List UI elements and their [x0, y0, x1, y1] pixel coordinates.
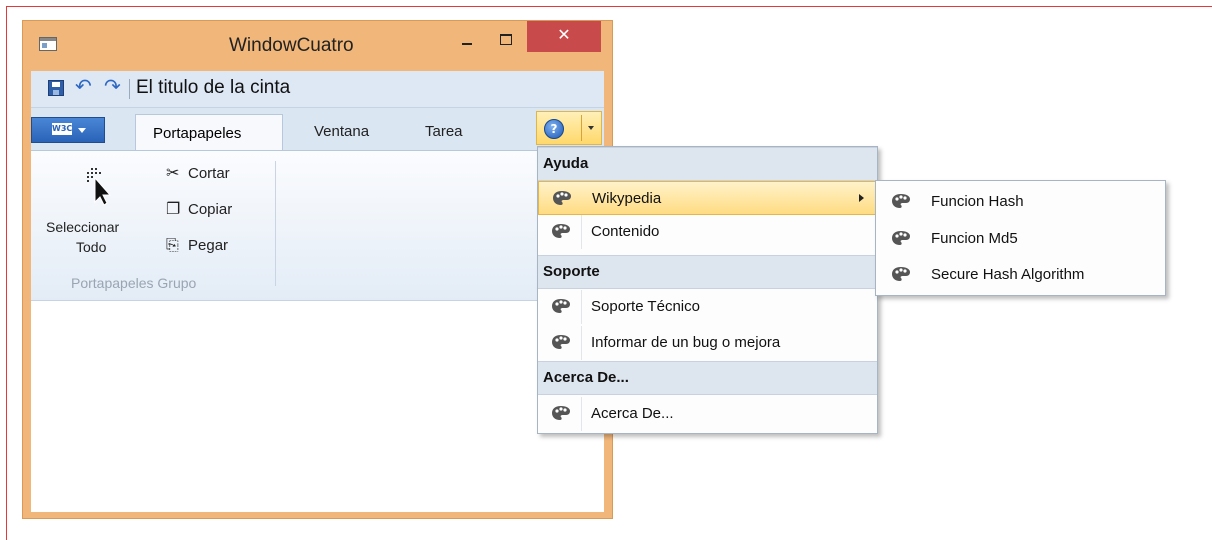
tab-portapapeles[interactable]: Portapapeles — [135, 114, 283, 150]
palette-icon — [552, 224, 570, 238]
paste-icon: ⎘ — [166, 237, 179, 254]
ribbon-title: El titulo de la cinta — [136, 77, 291, 98]
minimize-button[interactable] — [453, 31, 481, 53]
menu-item-soporte-tecnico[interactable]: Soporte Técnico — [538, 290, 877, 324]
help-dropdown-menu: Ayuda Wikypedia Contenido Soporte Soport… — [537, 146, 878, 434]
cut-label: Cortar — [188, 165, 230, 182]
menu-item-label: Contenido — [591, 223, 660, 240]
split-button-divider — [581, 115, 582, 141]
copy-icon: ❐ — [166, 201, 181, 218]
menu-item-label: Acerca De... — [591, 405, 674, 422]
menu-gutter — [581, 326, 582, 360]
ribbon-panel: Seleccionar Todo ✂ Cortar ❐ Copiar ⎘ Peg… — [31, 150, 604, 301]
select-all-label-line1[interactable]: Seleccionar — [46, 219, 119, 235]
outer-border-top — [6, 6, 1212, 7]
palette-icon — [892, 267, 910, 281]
redo-icon[interactable]: ↷ — [104, 74, 121, 98]
window-client-area: ↶ ↷ El titulo de la cinta W3C Portapapel… — [31, 71, 604, 512]
close-icon: ✕ — [557, 27, 571, 44]
application-menu-button[interactable]: W3C — [31, 117, 105, 143]
menu-item-label: Secure Hash Algorithm — [931, 266, 1085, 283]
select-all-cursor-icon — [87, 168, 112, 206]
menu-item-acerca-de[interactable]: Acerca De... — [538, 397, 877, 431]
save-icon[interactable] — [48, 80, 64, 96]
close-button[interactable]: ✕ — [527, 21, 601, 52]
menu-section-header: Soporte — [538, 255, 877, 289]
palette-icon — [552, 406, 570, 420]
help-icon: ? — [544, 119, 564, 139]
menu-gutter — [581, 215, 582, 249]
menu-gutter — [581, 290, 582, 324]
title-bar[interactable]: WindowCuatro ✕ — [23, 21, 612, 71]
ribbon-tab-row: W3C Portapapeles Ventana Tarea ? — [31, 108, 604, 150]
menu-item-label: Informar de un bug o mejora — [591, 334, 781, 351]
chevron-down-icon — [78, 128, 86, 133]
maximize-icon — [500, 34, 512, 45]
group-separator — [275, 161, 276, 286]
toolbar-separator — [129, 79, 130, 99]
cut-button[interactable]: ✂ Cortar — [166, 164, 256, 186]
copy-label: Copiar — [188, 201, 233, 218]
undo-icon[interactable]: ↶ — [75, 74, 92, 98]
app-window: WindowCuatro ✕ ↶ ↷ El titulo de la cinta… — [22, 20, 613, 519]
chevron-down-icon[interactable] — [588, 126, 594, 130]
minimize-icon — [462, 43, 472, 45]
help-button[interactable]: ? — [536, 111, 602, 145]
tab-ventana[interactable]: Ventana — [314, 123, 369, 140]
paste-button[interactable]: ⎘ Pegar — [166, 236, 261, 258]
tab-tarea[interactable]: Tarea — [425, 123, 463, 140]
menu-item-contenido[interactable]: Contenido — [538, 215, 877, 249]
cut-icon: ✂ — [166, 165, 180, 182]
wikypedia-submenu: Funcion Hash Funcion Md5 Secure Hash Alg… — [875, 180, 1166, 296]
submenu-item-funcion-hash[interactable]: Funcion Hash — [876, 185, 1165, 219]
select-all-label-line2[interactable]: Todo — [76, 239, 106, 255]
menu-item-label: Soporte Técnico — [591, 298, 700, 315]
chevron-right-icon — [859, 194, 864, 202]
submenu-item-funcion-md5[interactable]: Funcion Md5 — [876, 222, 1165, 256]
outer-border-left — [6, 6, 7, 540]
submenu-item-secure-hash-algorithm[interactable]: Secure Hash Algorithm — [876, 258, 1165, 292]
quick-access-toolbar: ↶ ↷ El titulo de la cinta — [31, 71, 604, 108]
palette-icon — [552, 335, 570, 349]
w3c-logo-icon: W3C — [52, 123, 73, 135]
menu-section-header: Ayuda — [538, 147, 877, 181]
menu-item-wikypedia[interactable]: Wikypedia — [538, 181, 877, 215]
palette-icon — [892, 231, 910, 245]
tab-label: Portapapeles — [153, 125, 242, 142]
palette-icon — [553, 191, 571, 205]
palette-icon — [892, 194, 910, 208]
menu-gutter — [581, 397, 582, 431]
menu-item-label: Wikypedia — [592, 190, 662, 207]
palette-icon — [552, 299, 570, 313]
copy-button[interactable]: ❐ Copiar — [166, 200, 261, 222]
menu-item-label: Funcion Md5 — [931, 230, 1018, 247]
menu-section-header: Acerca De... — [538, 361, 877, 395]
window-title: WindowCuatro — [229, 35, 354, 56]
paste-label: Pegar — [188, 237, 229, 254]
maximize-button[interactable] — [491, 29, 519, 51]
group-label: Portapapeles Grupo — [71, 275, 197, 291]
window-app-icon[interactable] — [39, 37, 57, 51]
menu-item-label: Funcion Hash — [931, 193, 1024, 210]
menu-item-informar-bug[interactable]: Informar de un bug o mejora — [538, 326, 877, 360]
